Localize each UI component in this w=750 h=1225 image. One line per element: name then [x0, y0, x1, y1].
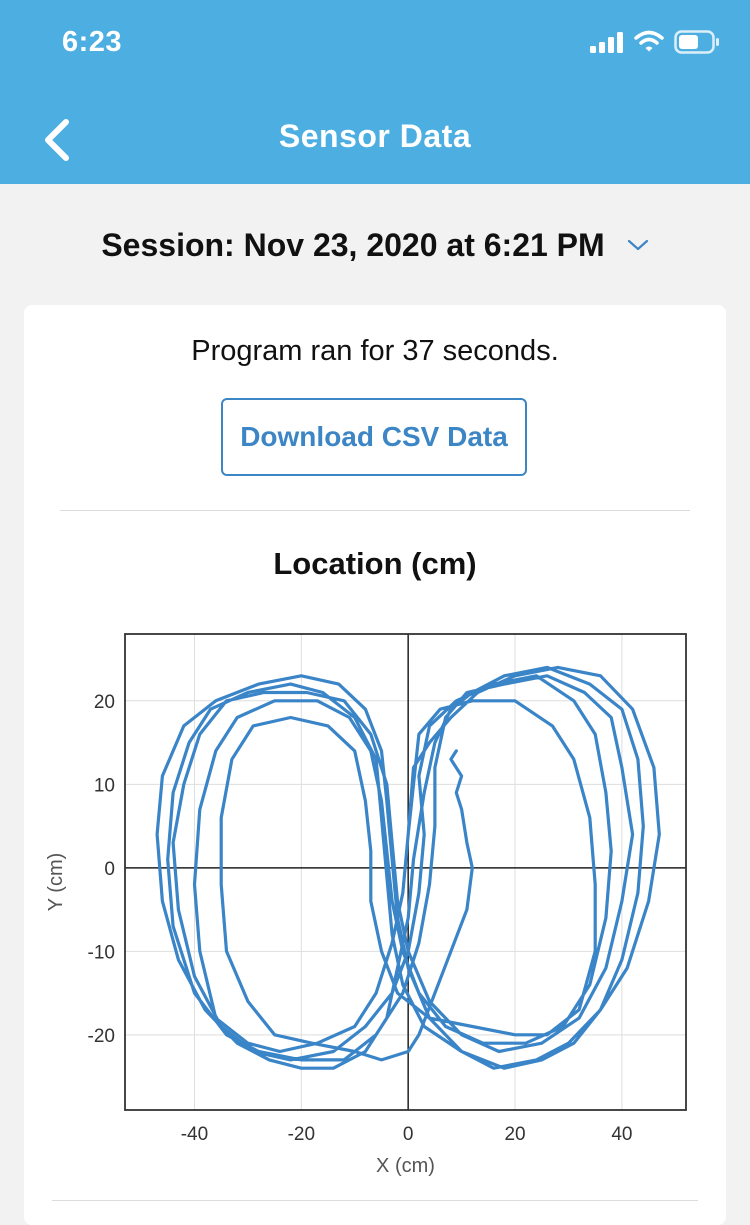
x-tick-label: -40: [181, 1124, 208, 1145]
session-label: Session: Nov 23, 2020 at 6:21 PM: [101, 226, 605, 263]
download-csv-button[interactable]: Download CSV Data: [221, 398, 527, 476]
wifi-icon: [634, 30, 664, 52]
y-axis-label: Y (cm): [45, 853, 67, 912]
location-chart: -40 -20 0 20 40 -20 -10 0 10 20 X (cm) Y (cm): [45, 633, 687, 1177]
chart-title: Location (cm): [273, 546, 477, 581]
x-tick-label: 20: [504, 1124, 525, 1145]
y-tick-label: 0: [104, 859, 115, 880]
chevron-down-icon: [627, 239, 648, 251]
app-header: 6:23 Sensor Data: [0, 0, 750, 184]
y-tick-label: 10: [94, 775, 115, 796]
session-selector[interactable]: Session: Nov 23, 2020 at 6:21 PM: [0, 222, 750, 268]
x-tick-label: -20: [288, 1124, 315, 1145]
runtime-text: Program ran for 37 seconds.: [191, 335, 559, 367]
x-tick-label: 0: [403, 1124, 414, 1145]
page-title: Sensor Data: [278, 118, 472, 154]
y-tick-label: -10: [88, 942, 115, 963]
status-icons: [590, 30, 720, 54]
x-tick-label: 40: [611, 1124, 632, 1145]
bottom-divider: [52, 1200, 698, 1201]
divider: [60, 510, 690, 511]
status-time: 6:23: [62, 26, 123, 58]
x-axis-label: X (cm): [376, 1155, 435, 1177]
cellular-signal-icon: [590, 32, 623, 53]
battery-icon: [674, 30, 719, 54]
y-tick-label: -20: [88, 1026, 115, 1047]
y-tick-label: 20: [94, 692, 115, 713]
